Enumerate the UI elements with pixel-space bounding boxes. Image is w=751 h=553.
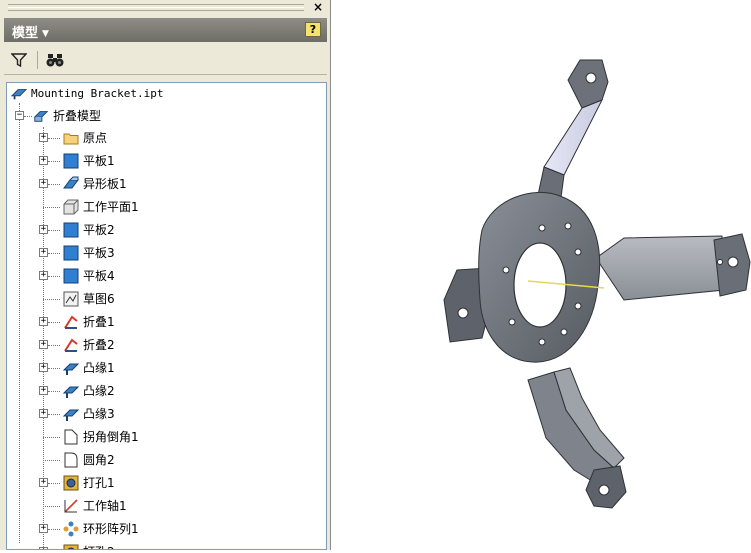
circular-pattern-icon (63, 521, 79, 537)
flange-icon (63, 386, 79, 398)
tree-item-label: 拐角倒角1 (83, 430, 139, 444)
tree-item[interactable]: + 折叠1 (7, 311, 326, 333)
tree-item[interactable]: + 平板3 (7, 242, 326, 264)
tree-expand-toggle[interactable]: + (39, 248, 48, 257)
tree-item-label: 工作平面1 (83, 200, 139, 214)
tree-item[interactable]: + 折叠2 (7, 334, 326, 356)
flange-icon (63, 363, 79, 375)
tree-item-folded-model[interactable]: − 折叠模型 (7, 105, 326, 127)
tree-item-label: 折叠模型 (53, 109, 102, 123)
work-plane-icon (63, 199, 79, 215)
tree-item-label: 平板3 (83, 246, 115, 260)
tree-expand-toggle[interactable]: + (39, 340, 48, 349)
chevron-down-icon: ▼ (42, 28, 49, 39)
tree-item-label: 折叠2 (83, 338, 115, 352)
tree-item-label: 凸缘3 (83, 407, 115, 421)
mounting-bracket-3d-model[interactable] (332, 0, 751, 550)
sketch-icon (63, 291, 79, 307)
flange-icon (63, 409, 79, 421)
tree-item-label: 工作轴1 (83, 499, 127, 513)
browser-toolbar (4, 46, 327, 75)
binoculars-icon (46, 54, 64, 67)
fold-icon (64, 338, 78, 352)
tree-item-label: 环形阵列1 (83, 522, 139, 536)
tree-item[interactable]: + 凸缘3 (7, 403, 326, 425)
tree-item-label: 折叠1 (83, 315, 115, 329)
tree-item[interactable]: + 凸缘2 (7, 380, 326, 402)
tree-item[interactable]: + 平板4 (7, 265, 326, 287)
tree-item-label: 异形板1 (83, 177, 127, 191)
tree-collapse-toggle[interactable]: − (15, 111, 24, 120)
contour-flange-icon (63, 176, 79, 189)
graphics-viewport[interactable] (332, 0, 751, 550)
tree-item[interactable]: + 打孔1 (7, 472, 326, 494)
tree-item[interactable]: 草图6 (7, 288, 326, 310)
tree-item[interactable]: + 平板1 (7, 150, 326, 172)
tree-item[interactable]: 工作平面1 (7, 196, 326, 218)
fillet-icon (64, 452, 78, 468)
tree-expand-toggle[interactable]: + (39, 156, 48, 165)
folded-model-icon (33, 111, 49, 122)
help-button[interactable]: ? (305, 22, 321, 37)
tree-item-label: 打孔1 (83, 476, 115, 490)
folder-icon (63, 133, 79, 145)
tree-item[interactable]: 工作轴1 (7, 495, 326, 517)
face-icon (63, 268, 79, 284)
tree-item[interactable]: 拐角倒角1 (7, 426, 326, 448)
tree-item-label: 打孔2 (83, 541, 115, 549)
model-tree[interactable]: Mounting Bracket.ipt − 折叠模型 + 原点 + 平板1 + 异形板1… (6, 82, 327, 550)
tree-item-label: 平板2 (83, 223, 115, 237)
tree-root-label: Mounting Bracket.ipt (31, 87, 164, 100)
tree-expand-toggle[interactable]: + (39, 409, 48, 418)
hole-icon (63, 475, 79, 491)
panel-grip[interactable]: × (2, 0, 329, 16)
tree-item[interactable]: + 原点 (7, 127, 326, 149)
tree-expand-toggle[interactable]: + (39, 271, 48, 280)
find-button[interactable] (44, 50, 66, 70)
hole-icon (63, 544, 79, 549)
browser-title: 模型 (12, 26, 39, 41)
tree-item[interactable]: 圆角2 (7, 449, 326, 471)
tree-item[interactable]: +打孔2 (7, 541, 326, 549)
face-icon (63, 245, 79, 261)
fold-icon (64, 315, 78, 329)
tree-expand-toggle[interactable]: + (39, 317, 48, 326)
tree-item-label: 凸缘1 (83, 361, 115, 375)
filter-icon (11, 53, 27, 68)
tree-root[interactable]: Mounting Bracket.ipt (7, 83, 326, 105)
tree-item-label: 凸缘2 (83, 384, 115, 398)
tree-expand-toggle[interactable]: + (39, 225, 48, 234)
face-icon (63, 153, 79, 169)
filter-button[interactable] (8, 50, 30, 70)
tree-item-label: 原点 (83, 131, 108, 145)
tree-expand-toggle[interactable]: + (39, 386, 48, 395)
tree-item[interactable]: + 环形阵列1 (7, 518, 326, 540)
work-axis-icon (64, 499, 78, 513)
corner-chamfer-icon (64, 429, 78, 445)
face-icon (63, 222, 79, 238)
tree-item[interactable]: + 凸缘1 (7, 357, 326, 379)
browser-titlebar: 模型 ▼ ? (4, 18, 327, 42)
sheetmetal-part-icon (11, 89, 27, 100)
tree-item[interactable]: + 平板2 (7, 219, 326, 241)
tree-item[interactable]: + 异形板1 (7, 173, 326, 195)
tree-item-label: 草图6 (83, 292, 115, 306)
tree-item-label: 平板4 (83, 269, 115, 283)
browser-dropdown[interactable]: 模型 ▼ (12, 22, 49, 41)
close-panel-button[interactable]: × (311, 0, 325, 14)
tree-expand-toggle[interactable]: + (39, 478, 48, 487)
tree-item-label: 圆角2 (83, 453, 115, 467)
tree-expand-toggle[interactable]: + (39, 179, 48, 188)
tree-expand-toggle[interactable]: + (39, 363, 48, 372)
tree-expand-toggle[interactable]: + (39, 133, 48, 142)
tree-item-label: 平板1 (83, 154, 115, 168)
tree-expand-toggle[interactable]: + (39, 524, 48, 533)
model-browser-panel: × 模型 ▼ ? Mounting Bracket.ipt − 折叠模型 + 原… (0, 0, 331, 550)
